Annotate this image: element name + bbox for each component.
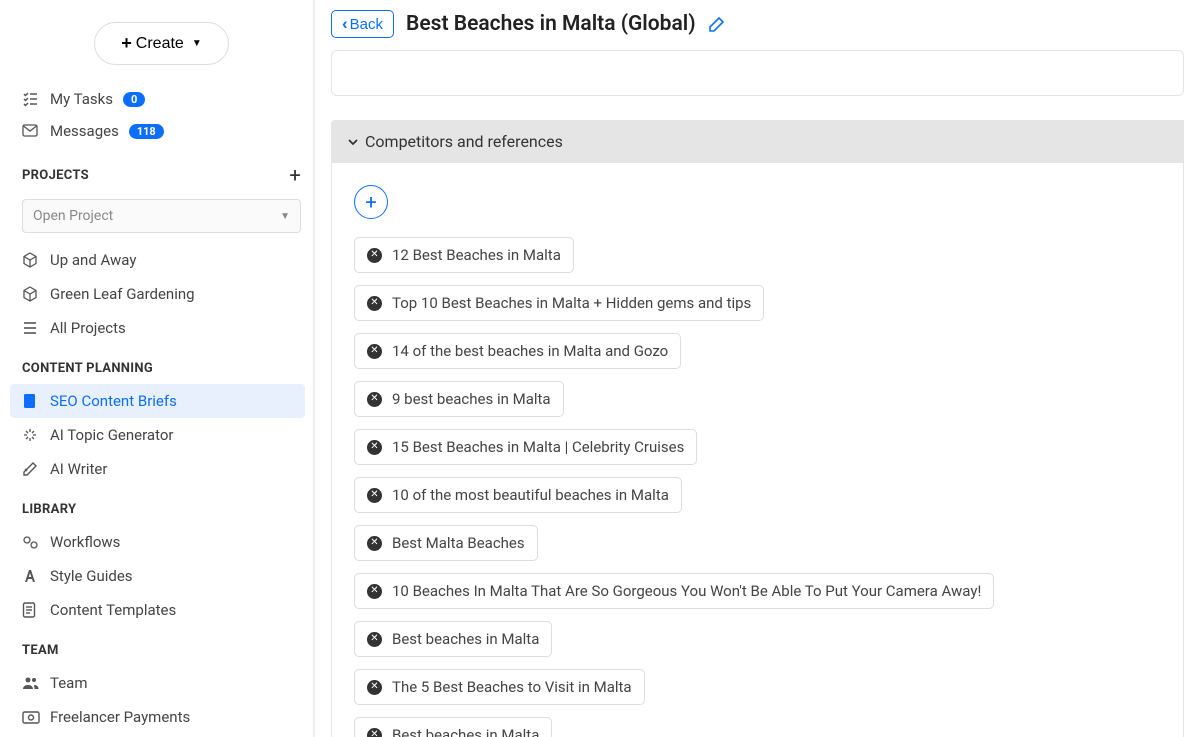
- nav-ai-writer[interactable]: AI Writer: [10, 452, 305, 486]
- nav-label: Style Guides: [50, 567, 133, 585]
- library-header: LIBRARY: [22, 502, 76, 517]
- nav-label: AI Topic Generator: [50, 426, 173, 444]
- template-icon: [22, 602, 40, 618]
- nav-messages[interactable]: Messages 118: [10, 115, 313, 147]
- remove-competitor-icon[interactable]: ✕: [367, 632, 382, 647]
- chevron-left-icon: ‹: [342, 14, 348, 34]
- nav-label: SEO Content Briefs: [50, 392, 177, 410]
- nav-my-tasks-label: My Tasks: [50, 90, 113, 108]
- sidebar: + Create ▼ My Tasks 0 Messages 118 PROJE…: [0, 0, 315, 737]
- open-project-placeholder: Open Project: [33, 208, 113, 224]
- remove-competitor-icon[interactable]: ✕: [367, 584, 382, 599]
- project-up-and-away[interactable]: Up and Away: [10, 243, 305, 277]
- competitor-item[interactable]: ✕ The 5 Best Beaches to Visit in Malta: [354, 669, 645, 705]
- nav-label: Workflows: [50, 533, 120, 551]
- competitor-label: The 5 Best Beaches to Visit in Malta: [392, 678, 632, 696]
- caret-down-icon: ▼: [280, 211, 290, 222]
- nav-label: AI Writer: [50, 460, 107, 478]
- competitors-accordion-header[interactable]: Competitors and references: [331, 120, 1184, 163]
- project-label: All Projects: [50, 319, 126, 337]
- project-green-leaf[interactable]: Green Leaf Gardening: [10, 277, 305, 311]
- plus-icon: +: [121, 33, 132, 54]
- gears-icon: [22, 535, 40, 550]
- remove-competitor-icon[interactable]: ✕: [367, 680, 382, 695]
- create-label: Create: [136, 35, 184, 53]
- nav-messages-label: Messages: [50, 122, 119, 140]
- sparkle-icon: [22, 427, 40, 443]
- cube-icon: [22, 286, 40, 302]
- font-icon: [22, 569, 40, 583]
- team-header: TEAM: [22, 643, 59, 658]
- nav-label: Freelancer Payments: [50, 708, 190, 726]
- project-label: Green Leaf Gardening: [50, 285, 195, 303]
- my-tasks-badge: 0: [123, 92, 145, 107]
- competitor-item[interactable]: ✕ Top 10 Best Beaches in Malta + Hidden g…: [354, 285, 764, 321]
- competitor-item[interactable]: ✕ 10 Beaches In Malta That Are So Gorgeou…: [354, 573, 994, 609]
- nav-freelancer-payments[interactable]: Freelancer Payments: [10, 700, 305, 734]
- competitor-label: 9 best beaches in Malta: [392, 390, 551, 408]
- chevron-down-icon: [347, 136, 359, 148]
- remove-competitor-icon[interactable]: ✕: [367, 392, 382, 407]
- nav-ai-topic-generator[interactable]: AI Topic Generator: [10, 418, 305, 452]
- main-content: ‹ Back Best Beaches in Malta (Global) Co…: [315, 0, 1184, 737]
- messages-badge: 118: [129, 124, 164, 139]
- payment-icon: [22, 711, 40, 724]
- competitor-label: Best beaches in Malta: [392, 726, 539, 737]
- competitor-label: Best beaches in Malta: [392, 630, 539, 648]
- competitor-item[interactable]: ✕ 15 Best Beaches in Malta | Celebrity Cr…: [354, 429, 697, 465]
- remove-competitor-icon[interactable]: ✕: [367, 296, 382, 311]
- tasks-icon: [22, 91, 40, 107]
- add-competitor-button[interactable]: +: [354, 185, 388, 219]
- caret-down-icon: ▼: [192, 38, 202, 49]
- competitor-label: Best Malta Beaches: [392, 534, 525, 552]
- project-label: Up and Away: [50, 251, 136, 269]
- open-project-select[interactable]: Open Project ▼: [22, 199, 301, 233]
- edit-title-button[interactable]: [708, 16, 725, 33]
- accordion-title: Competitors and references: [365, 132, 563, 151]
- competitor-item[interactable]: ✕ Best beaches in Malta: [354, 717, 552, 737]
- remove-competitor-icon[interactable]: ✕: [367, 536, 382, 551]
- document-icon: [22, 393, 40, 409]
- back-label: Back: [350, 16, 383, 33]
- nav-team[interactable]: Team: [10, 666, 305, 700]
- nav-label: Team: [50, 674, 88, 692]
- remove-competitor-icon[interactable]: ✕: [367, 248, 382, 263]
- remove-competitor-icon[interactable]: ✕: [367, 728, 382, 737]
- back-button[interactable]: ‹ Back: [331, 10, 394, 38]
- remove-competitor-icon[interactable]: ✕: [367, 440, 382, 455]
- users-icon: [22, 676, 40, 690]
- envelope-icon: [22, 124, 40, 138]
- nav-content-templates[interactable]: Content Templates: [10, 593, 305, 627]
- competitor-label: 10 of the most beautiful beaches in Malt…: [392, 486, 669, 504]
- page-title: Best Beaches in Malta (Global): [406, 12, 696, 36]
- competitor-item[interactable]: ✕ 10 of the most beautiful beaches in Mal…: [354, 477, 682, 513]
- add-project-icon[interactable]: +: [289, 163, 301, 187]
- projects-header: PROJECTS: [22, 168, 89, 183]
- competitor-label: Top 10 Best Beaches in Malta + Hidden ge…: [392, 294, 751, 312]
- nav-style-guides[interactable]: Style Guides: [10, 559, 305, 593]
- nav-label: Content Templates: [50, 601, 176, 619]
- list-icon: [22, 321, 40, 335]
- create-button[interactable]: + Create ▼: [94, 22, 228, 65]
- competitor-item[interactable]: ✕ Best beaches in Malta: [354, 621, 552, 657]
- content-planning-header: CONTENT PLANNING: [22, 361, 153, 376]
- project-all-projects[interactable]: All Projects: [10, 311, 305, 345]
- competitor-item[interactable]: ✕ 12 Best Beaches in Malta: [354, 237, 574, 273]
- competitors-accordion-body: + ✕ 12 Best Beaches in Malta ✕ Top 10 Best …: [331, 163, 1184, 737]
- competitor-label: 10 Beaches In Malta That Are So Gorgeous…: [392, 582, 981, 600]
- remove-competitor-icon[interactable]: ✕: [367, 488, 382, 503]
- competitor-item[interactable]: ✕ 14 of the best beaches in Malta and Goz…: [354, 333, 681, 369]
- competitor-item[interactable]: ✕ 9 best beaches in Malta: [354, 381, 564, 417]
- cube-icon: [22, 252, 40, 268]
- nav-my-tasks[interactable]: My Tasks 0: [10, 83, 313, 115]
- competitor-item[interactable]: ✕ Best Malta Beaches: [354, 525, 538, 561]
- competitor-label: 15 Best Beaches in Malta | Celebrity Cru…: [392, 438, 684, 456]
- competitor-label: 12 Best Beaches in Malta: [392, 246, 561, 264]
- pencil-icon: [22, 461, 40, 477]
- previous-section-stub: [331, 50, 1184, 96]
- nav-seo-content-briefs[interactable]: SEO Content Briefs: [10, 384, 305, 418]
- nav-workflows[interactable]: Workflows: [10, 525, 305, 559]
- competitor-label: 14 of the best beaches in Malta and Gozo: [392, 342, 668, 360]
- remove-competitor-icon[interactable]: ✕: [367, 344, 382, 359]
